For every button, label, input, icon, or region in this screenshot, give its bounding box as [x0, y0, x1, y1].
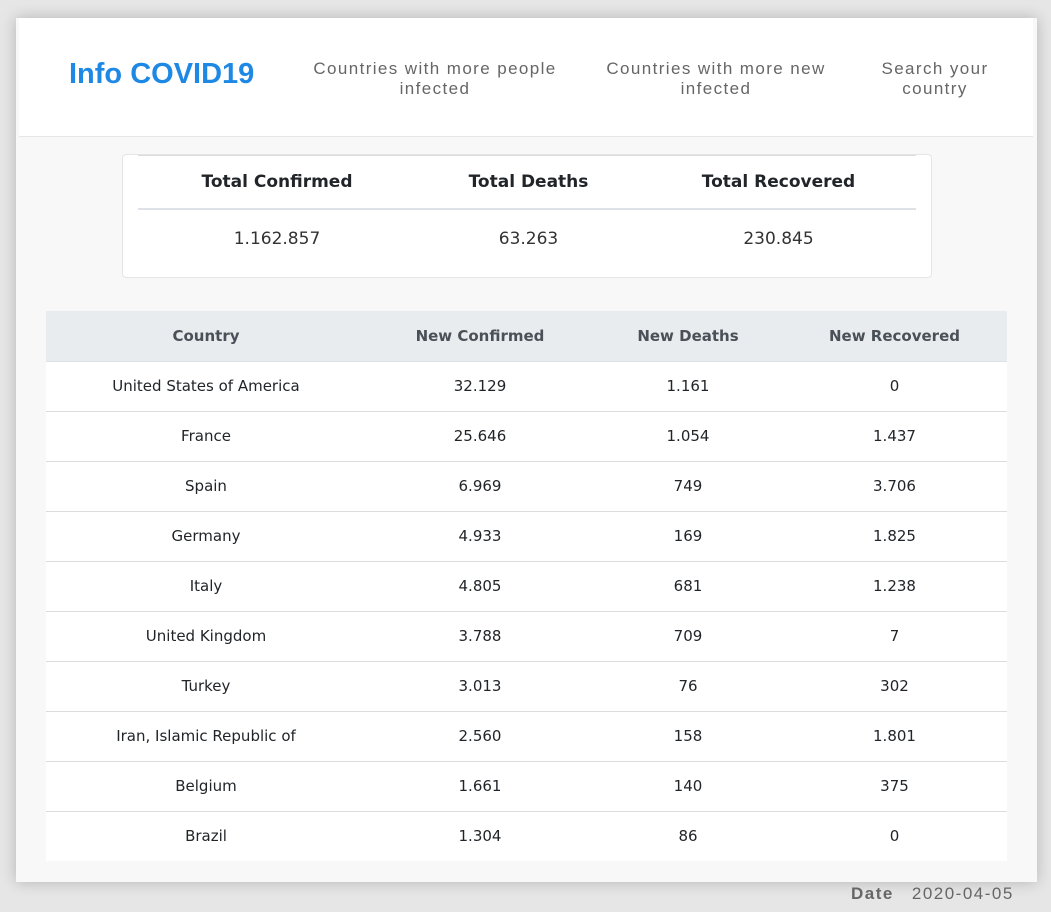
cell-new-recovered: 0: [889, 377, 900, 395]
cell-new-recovered: 375: [782, 760, 1007, 811]
cell-new-deaths: 1.054: [594, 410, 782, 461]
cell-new-deaths: 86: [594, 810, 782, 861]
cell-country: Belgium: [46, 760, 366, 811]
total-confirmed-value: 1.162.857: [233, 229, 321, 249]
table-row: Turkey 3.013 76 302: [46, 660, 1007, 711]
nav-link-line: infected: [399, 79, 471, 98]
table-row: Brazil 1.304 86 0: [46, 810, 1007, 861]
table-row: Iran, Islamic Republic of 2.560 158 1.80…: [46, 710, 1007, 761]
cell-new-confirmed: 4.933: [366, 510, 594, 561]
cell-country: Spain: [46, 460, 366, 511]
date-label: Date: [851, 884, 894, 903]
nav-link-search-country[interactable]: Search your country: [867, 59, 1003, 99]
cell-new-confirmed: 3.013: [366, 660, 594, 711]
cell-new-recovered: 7: [782, 610, 1007, 661]
cell-country: Italy: [46, 560, 366, 611]
cell-new-recovered: 0: [782, 810, 1007, 861]
cell-new-recovered: 1.801: [782, 710, 1007, 761]
nav-link-most-new-infected[interactable]: Countries with more new infected: [591, 59, 841, 99]
total-recovered-value: 230.845: [743, 229, 814, 249]
cell-country: Germany: [46, 510, 366, 561]
cell-new-deaths: 169: [594, 510, 782, 561]
cell-new-recovered: 1.437: [782, 410, 1007, 461]
nav-link-line: Countries with more people: [313, 59, 557, 78]
cell-new-confirmed: 6.969: [366, 460, 594, 511]
nav-link-line: Countries with more new: [606, 59, 826, 78]
cell-country: Turkey: [46, 660, 366, 711]
cell-new-deaths: 681: [594, 560, 782, 611]
cell-new-deaths: 158: [594, 710, 782, 761]
table-row: Italy 4.805 681 1.238: [46, 560, 1007, 611]
navbar: Info COVID19 Countries with more people …: [19, 18, 1033, 137]
countries-table-wrap: Country New Confirmed New Deaths New Rec…: [46, 311, 1007, 861]
countries-table: Country New Confirmed New Deaths New Rec…: [46, 311, 1007, 861]
cell-new-confirmed: 3.788: [366, 610, 594, 661]
cell-new-deaths: 709: [594, 610, 782, 661]
totals-header-row: Total Confirmed Total Deaths Total Recov…: [138, 156, 916, 210]
column-header-country: Country: [46, 311, 366, 362]
brand-logo[interactable]: Info COVID19: [69, 58, 254, 91]
table-row: Germany 4.933 169 1.825: [46, 510, 1007, 561]
table-row: Belgium 1.661 140 375: [46, 760, 1007, 811]
totals-value-row: 1.162.857 63.263 230.845: [138, 212, 916, 266]
nav-link-line: Search your: [881, 59, 989, 78]
nav-link-line: infected: [680, 79, 752, 98]
totals-card: Total Confirmed Total Deaths Total Recov…: [122, 154, 932, 278]
cell-new-confirmed: 4.805: [366, 560, 594, 611]
table-row: Spain 6.969 749 3.706: [46, 460, 1007, 511]
total-recovered-header: Total Recovered: [701, 172, 856, 192]
cell-new-deaths: 749: [594, 460, 782, 511]
cell-new-recovered: 302: [782, 660, 1007, 711]
cell-country: Iran, Islamic Republic of: [46, 710, 366, 761]
app-window: Info COVID19 Countries with more people …: [16, 18, 1037, 882]
cell-new-recovered: 1.825: [782, 510, 1007, 561]
totals-table: Total Confirmed Total Deaths Total Recov…: [138, 155, 916, 277]
nav-link-most-infected[interactable]: Countries with more people infected: [305, 59, 565, 99]
cell-new-confirmed: 2.560: [366, 710, 594, 761]
total-deaths-header: Total Deaths: [468, 172, 589, 192]
cell-new-confirmed: 1.304: [366, 810, 594, 861]
table-row: France 25.646 1.054 1.437: [46, 410, 1007, 461]
nav-link-line: country: [902, 79, 968, 98]
footer-date: Date 2020-04-05: [851, 884, 1014, 904]
cell-country: France: [46, 410, 366, 461]
cell-country: Brazil: [46, 810, 366, 861]
cell-new-confirmed: 32.129: [453, 377, 507, 395]
table-row: United States of America 32.129 1.161 0: [46, 361, 1007, 411]
cell-new-confirmed: 25.646: [366, 410, 594, 461]
column-header-new-deaths: New Deaths: [594, 311, 782, 362]
cell-new-deaths: 76: [594, 660, 782, 711]
total-deaths-value: 63.263: [498, 229, 559, 249]
cell-new-deaths: 1.161: [666, 377, 710, 395]
total-confirmed-header: Total Confirmed: [201, 172, 353, 192]
date-value: 2020-04-05: [911, 884, 1014, 903]
cell-new-confirmed: 1.661: [366, 760, 594, 811]
table-header-row: Country New Confirmed New Deaths New Rec…: [46, 311, 1007, 362]
table-row: United Kingdom 3.788 709 7: [46, 610, 1007, 661]
cell-new-recovered: 1.238: [782, 560, 1007, 611]
column-header-new-recovered: New Recovered: [782, 311, 1007, 362]
cell-country: United States of America: [112, 377, 300, 395]
cell-new-deaths: 140: [594, 760, 782, 811]
cell-new-recovered: 3.706: [782, 460, 1007, 511]
cell-country: United Kingdom: [46, 610, 366, 661]
column-header-new-confirmed: New Confirmed: [366, 311, 594, 362]
